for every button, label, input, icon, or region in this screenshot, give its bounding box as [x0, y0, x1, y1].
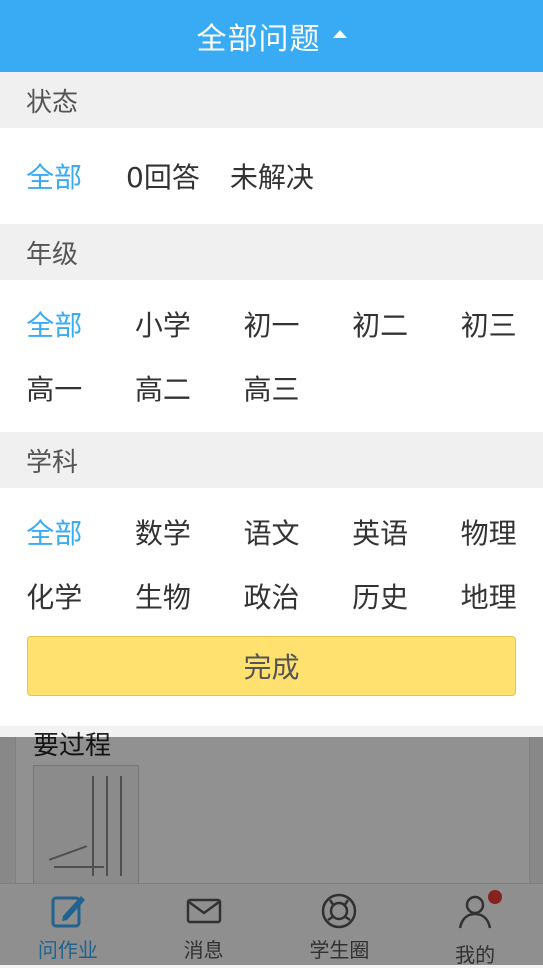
status-option-unsolved[interactable]: 未解决	[230, 156, 314, 196]
subject-option-chemistry[interactable]: 化学	[0, 576, 109, 616]
grade-option-senior-3[interactable]: 高三	[217, 368, 326, 408]
subject-row-1: 全部 数学 语文 英语 物理	[0, 500, 543, 564]
grade-option-senior-2[interactable]: 高二	[109, 368, 218, 408]
page-title: 全部问题	[196, 22, 321, 57]
status-options: 全部 0回答 未解决	[0, 144, 543, 208]
grade-option-primary[interactable]: 小学	[109, 304, 218, 344]
grade-row-1: 全部 小学 初一 初二 初三	[0, 292, 543, 356]
grade-option-junior-1[interactable]: 初一	[217, 304, 326, 344]
section-title-status: 状态	[0, 72, 543, 128]
title-dropdown[interactable]: 全部问题	[0, 0, 543, 72]
grade-option-all[interactable]: 全部	[0, 304, 109, 344]
subject-option-biology[interactable]: 生物	[109, 576, 218, 616]
subject-option-politics[interactable]: 政治	[217, 576, 326, 616]
subject-option-geography[interactable]: 地理	[434, 576, 543, 616]
grade-option-senior-1[interactable]: 高一	[0, 368, 109, 408]
subject-row-2: 化学 生物 政治 历史 地理	[0, 564, 543, 628]
caret-up-icon	[332, 30, 347, 38]
grade-row-2: 高一 高二 高三	[0, 356, 543, 420]
section-title-grade: 年级	[0, 224, 543, 280]
subject-option-math[interactable]: 数学	[109, 512, 218, 552]
status-option-all[interactable]: 全部	[26, 156, 82, 196]
grade-option-junior-2[interactable]: 初二	[326, 304, 435, 344]
subject-option-english[interactable]: 英语	[326, 512, 435, 552]
subject-option-all[interactable]: 全部	[0, 512, 109, 552]
done-button[interactable]: 完成	[27, 636, 516, 696]
filter-panel: 状态 全部 0回答 未解决 年级 全部 小学 初一 初二 初三 高一 高二 高三…	[0, 72, 543, 726]
dim-overlay[interactable]	[0, 737, 543, 965]
subject-option-history[interactable]: 历史	[326, 576, 435, 616]
grade-option-junior-3[interactable]: 初三	[434, 304, 543, 344]
status-option-zero-answers[interactable]: 0回答	[126, 156, 200, 196]
section-title-subject: 学科	[0, 432, 543, 488]
subject-option-chinese[interactable]: 语文	[217, 512, 326, 552]
subject-option-physics[interactable]: 物理	[434, 512, 543, 552]
